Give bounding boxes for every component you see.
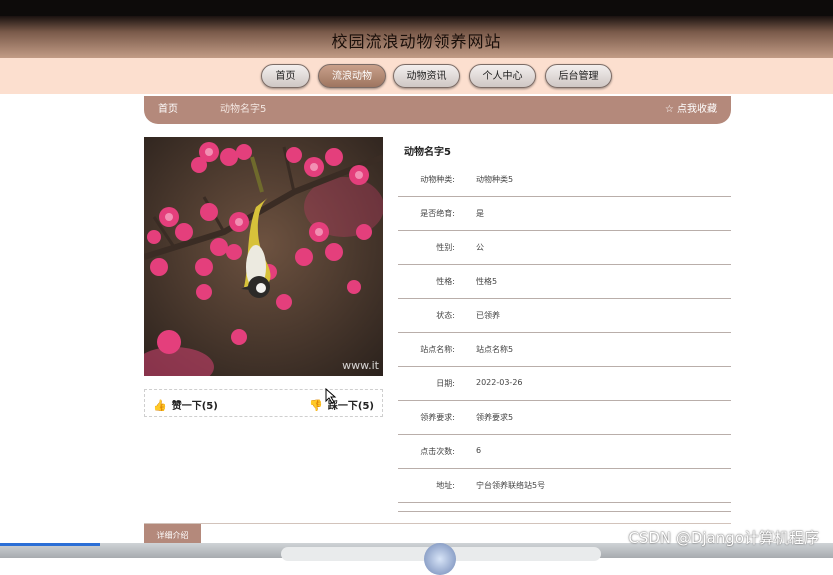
info-label: 状态: — [436, 311, 455, 320]
info-row: 日期: 2022-03-26 — [398, 366, 731, 401]
thumbs-down-icon: 👎 — [309, 399, 323, 412]
info-row: 性格: 性格5 — [398, 264, 731, 299]
breadcrumb-home[interactable]: 首页 — [158, 96, 178, 124]
animal-name: 动物名字5 — [404, 147, 451, 158]
like-button[interactable]: 👍 赞一下(5) — [153, 397, 218, 412]
breadcrumb-current: 动物名字5 — [220, 104, 267, 115]
info-label: 性别: — [436, 243, 455, 252]
progress-strip — [0, 543, 100, 546]
info-row: 动物种类: 动物种类5 — [398, 162, 731, 197]
info-row: 性别: 公 — [398, 230, 731, 265]
info-label: 领养要求: — [420, 413, 455, 422]
info-row: 是否绝育: 是 — [398, 196, 731, 231]
nav-animal-news[interactable]: 动物资讯 — [393, 64, 460, 88]
mouse-cursor-icon — [325, 388, 337, 404]
info-label: 点击次数: — [420, 447, 455, 456]
nav-home[interactable]: 首页 — [261, 64, 310, 88]
bird-on-branch-image — [144, 137, 383, 376]
main-nav: 首页 流浪动物 动物资讯 个人中心 后台管理 — [0, 58, 833, 94]
info-row: 领养要求: 领养要求5 — [398, 400, 731, 435]
start-button[interactable] — [424, 543, 456, 575]
info-row: 状态: 已领养 — [398, 298, 731, 333]
info-value: 6 — [476, 446, 482, 455]
info-value: 领养要求5 — [476, 413, 514, 422]
info-label: 是否绝育: — [420, 209, 455, 218]
vote-row: 👍 赞一下(5) 👎 踩一下(5) — [144, 389, 383, 417]
csdn-watermark: CSDN @Django计算机程序 — [628, 529, 819, 547]
like-label: 赞一下(5) — [171, 401, 218, 412]
animal-photo: www.it — [144, 137, 383, 376]
photo-watermark: www.it — [342, 359, 379, 372]
info-value: 性格5 — [476, 277, 498, 286]
info-row: 点击次数: 6 — [398, 434, 731, 469]
collect-button[interactable]: ☆ 点我收藏 — [665, 96, 717, 124]
info-value: 公 — [476, 243, 484, 252]
nav-user-center[interactable]: 个人中心 — [469, 64, 536, 88]
nav-admin[interactable]: 后台管理 — [545, 64, 612, 88]
nav-stray-animals[interactable]: 流浪动物 — [318, 64, 386, 88]
info-value: 动物种类5 — [476, 175, 514, 184]
info-label: 站点名称: — [420, 345, 455, 354]
site-banner: 校园流浪动物领养网站 — [0, 16, 833, 58]
info-value: 站点名称5 — [476, 345, 514, 354]
top-black-strip — [0, 0, 833, 16]
info-value: 已领养 — [476, 311, 500, 320]
info-label: 性格: — [436, 277, 455, 286]
info-value: 是 — [476, 209, 484, 218]
breadcrumb: 首页 动物名字5 ☆ 点我收藏 — [144, 96, 731, 124]
dislike-button[interactable]: 👎 踩一下(5) — [309, 397, 374, 412]
info-divider — [398, 478, 731, 512]
info-label: 日期: — [436, 379, 455, 388]
info-value: 2022-03-26 — [476, 378, 523, 387]
site-title: 校园流浪动物领养网站 — [331, 32, 502, 51]
thumbs-up-icon: 👍 — [153, 399, 167, 412]
info-row: 站点名称: 站点名称5 — [398, 332, 731, 367]
info-label: 动物种类: — [420, 175, 455, 184]
